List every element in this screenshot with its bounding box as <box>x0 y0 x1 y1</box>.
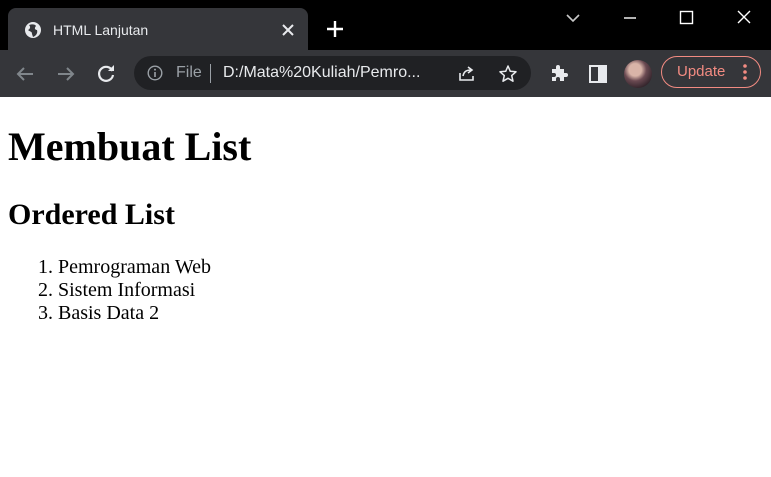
update-button[interactable]: Update <box>661 56 761 88</box>
section-heading: Ordered List <box>8 198 175 231</box>
more-menu-icon[interactable] <box>738 62 752 82</box>
tab-title: HTML Lanjutan <box>53 22 149 38</box>
list-item: Pemrograman Web <box>58 256 211 279</box>
page-content: Membuat List Ordered List Pemrograman We… <box>0 97 771 477</box>
side-panel-icon[interactable] <box>586 62 610 86</box>
close-tab-icon[interactable] <box>279 21 297 39</box>
globe-icon <box>25 22 41 38</box>
new-tab-icon[interactable] <box>325 19 345 39</box>
omnibox-divider <box>210 64 211 83</box>
share-icon[interactable] <box>457 64 477 84</box>
list-item: Sistem Informasi <box>58 279 211 302</box>
profile-avatar[interactable] <box>624 60 652 88</box>
update-label: Update <box>677 63 726 80</box>
browser-toolbar: File D:/Mata%20Kuliah/Pemro... Update <box>0 50 771 97</box>
address-bar[interactable]: File D:/Mata%20Kuliah/Pemro... <box>134 56 531 90</box>
info-icon[interactable] <box>147 65 163 81</box>
forward-arrow-icon[interactable] <box>54 62 78 86</box>
url-text[interactable]: D:/Mata%20Kuliah/Pemro... <box>223 64 438 82</box>
tab-search-chevron-icon[interactable] <box>561 6 585 30</box>
scheme-label: File <box>176 64 202 81</box>
tab-strip: HTML Lanjutan <box>0 0 771 50</box>
maximize-icon[interactable] <box>674 6 698 30</box>
ordered-list: Pemrograman Web Sistem Informasi Basis D… <box>0 256 211 325</box>
list-item: Basis Data 2 <box>58 302 211 325</box>
page-heading: Membuat List <box>8 124 252 169</box>
browser-tab[interactable]: HTML Lanjutan <box>8 8 308 50</box>
minimize-icon[interactable] <box>618 6 642 30</box>
close-window-icon[interactable] <box>732 6 756 30</box>
back-arrow-icon[interactable] <box>13 62 37 86</box>
bookmark-star-icon[interactable] <box>498 64 518 84</box>
reload-icon[interactable] <box>94 62 118 86</box>
extensions-puzzle-icon[interactable] <box>547 62 571 86</box>
